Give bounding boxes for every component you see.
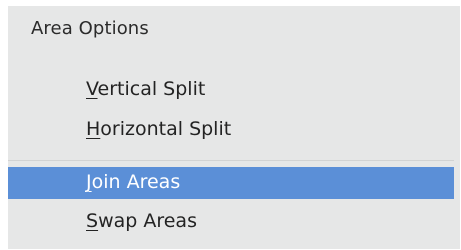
area-options-context-menu: Area Options Vertical Split Horizontal S… xyxy=(7,5,461,250)
menu-item-vertical-split[interactable]: Vertical Split xyxy=(8,74,454,106)
label-text: ertical Split xyxy=(97,78,206,100)
label-text: orizontal Split xyxy=(100,118,232,140)
menu-header: Area Options xyxy=(31,18,149,39)
mnemonic-letter: H xyxy=(86,118,101,140)
label-text: wap Areas xyxy=(98,210,197,232)
menu-separator xyxy=(8,160,454,161)
menu-item-join-areas[interactable]: Join Areas xyxy=(8,167,454,199)
menu-item-swap-areas[interactable]: Swap Areas xyxy=(8,206,454,238)
mnemonic-letter: V xyxy=(86,78,98,100)
menu-item-label: Vertical Split xyxy=(86,78,205,100)
menu-item-label: Horizontal Split xyxy=(86,118,231,140)
menu-item-horizontal-split[interactable]: Horizontal Split xyxy=(8,114,454,146)
label-text: oin Areas xyxy=(91,171,181,193)
mnemonic-letter: S xyxy=(86,210,99,232)
menu-item-label: Swap Areas xyxy=(86,210,197,232)
menu-item-label: Join Areas xyxy=(86,171,180,193)
